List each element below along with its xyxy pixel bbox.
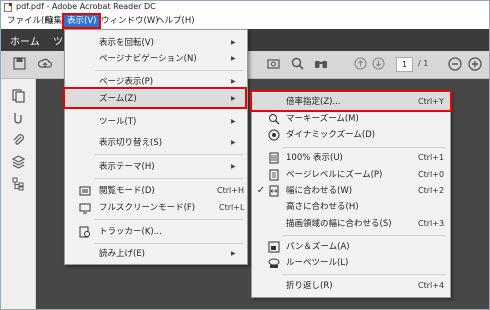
menu-separator [282,235,446,236]
tracker-icon [79,226,91,238]
cloud-upload-icon[interactable] [37,57,53,71]
zoom-item-actual-size[interactable]: 100% 表示(U) Ctrl+1 [252,149,450,167]
page-thumbnails-icon[interactable] [11,89,25,103]
zoom-item-fit-height[interactable]: 高さに合わせる(H) [252,198,450,216]
submenu-arrow-icon: ▶ [231,250,236,257]
read-mode-icon [79,185,91,197]
fullscreen-icon [79,202,91,214]
view-menu-item-tools[interactable]: ツール(T) ▶ [65,113,247,131]
view-menu-item-read-aloud[interactable]: 読み上げ(E) ▶ [65,245,247,263]
save-icon[interactable] [12,57,26,71]
menu-window[interactable]: ウィンドウ(W) [98,15,162,27]
fit-page-icon [268,169,280,181]
view-menu-item-display-toggle[interactable]: 表示切り替え(S) ▶ [65,134,247,152]
submenu-arrow-icon: ▶ [231,139,236,146]
submenu-arrow-icon: ▶ [231,163,236,170]
submenu-arrow-icon: ▶ [231,55,236,62]
menu-view[interactable]: 表示(V) [61,13,102,29]
acrobat-window: pdf.pdf - Adobe Acrobat Reader DC ファイル(F… [0,0,490,310]
snapshot-icon[interactable] [266,57,280,71]
structure-icon[interactable] [11,177,25,191]
zoom-to-callout-box [250,90,452,112]
zoom-item-reflow[interactable]: 折り返し(R) Ctrl+4 [252,277,450,295]
page-total: / 1 [418,59,429,68]
menu-separator [95,154,243,155]
nav-tools-tab[interactable]: ツ [53,33,63,48]
view-menu-item-tracker[interactable]: トラッカー(K)... [65,223,247,241]
submenu-arrow-icon: ▶ [231,118,236,125]
layers-icon[interactable] [11,155,25,169]
next-page-icon[interactable] [371,57,385,71]
binoculars-icon[interactable] [314,57,328,71]
zoom-out-icon[interactable] [448,57,462,71]
page-number-input[interactable]: 1 [396,57,413,72]
menu-help[interactable]: ヘルプ(H) [153,15,198,27]
menu-bar: ファイル(F) 編集 表示(V) ウィンドウ(W) ヘルプ(H) [1,13,489,30]
checkmark-icon: ✓ [256,185,266,196]
menu-separator [282,274,446,275]
dynamic-zoom-icon [268,129,280,141]
zoom-item-loupe[interactable]: ルーペツール(L) [252,254,450,272]
menu-separator [95,70,243,71]
zoom-submenu: 倍率指定(Z)... Ctrl+Y マーキーズーム(M) ダイナミックズーム(D… [251,90,451,298]
view-menu-item-read-mode[interactable]: 閲覧モード(D) Ctrl+H [65,182,247,200]
menu-edit[interactable]: 編集 [42,15,65,27]
pdf-app-icon [4,3,12,12]
menu-separator [282,147,446,148]
left-rail [1,79,36,309]
zoom-in-icon[interactable] [468,57,482,71]
search-icon[interactable] [290,57,304,71]
actual-size-icon [268,152,280,164]
view-menu-item-page-navigation[interactable]: ページナビゲーション(N) ▶ [65,50,247,68]
menu-separator [95,178,243,179]
fit-width-icon [268,185,280,197]
menu-separator [95,219,243,220]
attachments-link-icon[interactable] [11,111,25,125]
nav-home-tab[interactable]: ホーム [10,33,40,48]
view-menu: 表示を回転(V) ▶ ページナビゲーション(N) ▶ ページ表示(P) ▶ ズー… [64,29,248,265]
zoom-item-dynamic[interactable]: ダイナミックズーム(D) [252,126,450,144]
loupe-icon [268,257,280,269]
paperclip-icon[interactable] [11,133,25,147]
marquee-zoom-icon [268,113,280,125]
pan-zoom-icon [268,241,280,253]
window-title: pdf.pdf - Adobe Acrobat Reader DC [16,2,156,11]
view-menu-item-fullscreen[interactable]: フルスクリーンモード(F) Ctrl+L [65,199,247,217]
prev-page-icon[interactable] [353,57,367,71]
zoom-item-fit-visible[interactable]: 描画領域の幅に合わせる(S) Ctrl+3 [252,215,450,233]
title-bar: pdf.pdf - Adobe Acrobat Reader DC [1,1,489,14]
menu-separator [95,243,243,244]
view-menu-item-display-theme[interactable]: 表示テーマ(H) ▶ [65,158,247,176]
zoom-callout-box [63,87,247,109]
